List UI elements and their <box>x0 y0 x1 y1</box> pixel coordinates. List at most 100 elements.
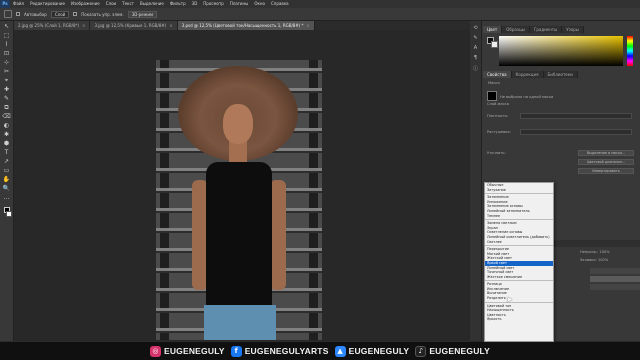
hue-slider[interactable] <box>627 36 633 66</box>
masks-label: Маски <box>488 81 500 85</box>
tab-label: 3.psd @ 12,5% (Цветовой тон/Насыщенность… <box>181 23 304 28</box>
slice-icon[interactable]: ✂ <box>3 68 11 76</box>
invert-button[interactable]: Инвертировать <box>578 168 634 174</box>
close-icon[interactable]: × <box>169 23 172 28</box>
menu-plugins[interactable]: Плагины <box>227 0 252 8</box>
brush-icon[interactable]: ✎ <box>3 95 11 103</box>
transform-controls-checkbox[interactable] <box>73 12 78 16</box>
path-select-icon[interactable]: ↗ <box>3 158 11 166</box>
canvas-area[interactable] <box>14 30 470 340</box>
blend-option[interactable]: Светлее <box>485 240 553 245</box>
blend-option[interactable]: Темнее <box>485 214 553 219</box>
document-tab[interactable]: 2.jpg @ 25% (Слой 1, RGB/8*) × <box>14 21 91 30</box>
social-handle: EUGENEGULY <box>163 346 225 356</box>
social-item[interactable]: ◎ EUGENEGULY <box>149 345 225 357</box>
menu-help[interactable]: Справка <box>268 0 292 8</box>
hand-icon[interactable]: ✋ <box>3 176 11 184</box>
blend-option[interactable]: Жесткое смешение <box>485 275 553 280</box>
layer-row[interactable] <box>590 284 640 290</box>
close-icon[interactable]: × <box>307 23 310 28</box>
auto-select-dropdown[interactable]: Слой <box>50 10 70 18</box>
blur-icon[interactable]: ✱ <box>3 131 11 139</box>
menu-image[interactable]: Изображение <box>68 0 103 8</box>
select-and-mask-button[interactable]: Выделение и маска... <box>578 150 634 156</box>
zoom-icon[interactable]: 🔍 <box>3 185 11 193</box>
menu-3d[interactable]: 3D <box>189 0 201 8</box>
menu-layers[interactable]: Слои <box>103 0 119 8</box>
menu-divider <box>485 245 553 247</box>
mask-thumbnail[interactable] <box>487 91 497 101</box>
social-handle: EUGENEGULY <box>429 346 491 356</box>
menu-window[interactable]: Окно <box>251 0 268 8</box>
blend-option[interactable]: Разделить <box>485 296 553 301</box>
mask-description: Не выбрано ни одной маски <box>500 95 554 99</box>
history-icon[interactable]: ⟲ <box>473 25 477 31</box>
blend-mode-dropdown[interactable]: Обычные Затухание Затемнение Умножение З… <box>484 182 554 342</box>
close-icon[interactable]: × <box>82 23 85 28</box>
tab-gradients[interactable]: Градиенты <box>529 26 563 33</box>
tab-adjustments[interactable]: Коррекция <box>511 71 544 78</box>
move-icon[interactable]: ↖ <box>3 23 11 31</box>
subject-jeans <box>204 305 276 340</box>
object-select-icon[interactable]: ⊡ <box>3 50 11 58</box>
pen-icon[interactable]: ⬢ <box>3 140 11 148</box>
blend-option[interactable]: Яркость <box>485 317 553 322</box>
background-color-swatch[interactable] <box>6 211 12 217</box>
photoshop-window: Ps Файл Редактирование Изображение Слои … <box>0 0 640 360</box>
blend-option[interactable]: Затухание <box>485 188 553 193</box>
auto-select-checkbox[interactable] <box>16 12 20 16</box>
social-item[interactable]: f EUGENEGULYARTS <box>230 345 329 357</box>
paragraph-icon[interactable]: ¶ <box>474 55 477 61</box>
menu-divider <box>485 280 553 282</box>
tab-swatches[interactable]: Образцы <box>502 26 530 33</box>
feather-field[interactable] <box>520 129 632 135</box>
social-handle: EUGENEGULYARTS <box>244 346 329 356</box>
transform-controls-label: Показать упр. элем. <box>81 11 124 17</box>
opacity-label: Непрозр.: 100% <box>580 250 610 254</box>
social-item[interactable]: ▲ EUGENEGULY <box>334 345 410 357</box>
clone-stamp-icon[interactable]: ⧉ <box>3 104 11 112</box>
color-field[interactable] <box>499 36 623 66</box>
eyedropper-icon[interactable]: ⌖ <box>3 77 11 85</box>
mouse-pointer-icon: ➤ <box>506 295 513 304</box>
tab-patterns[interactable]: Узоры <box>562 26 584 33</box>
move-tool-icon[interactable] <box>4 10 12 18</box>
layer-row[interactable] <box>590 268 640 274</box>
menu-filter[interactable]: Фильтр <box>167 0 189 8</box>
dodge-icon[interactable]: ◐ <box>3 122 11 130</box>
refine-label: Уточнить: <box>487 151 506 155</box>
rectangle-icon[interactable]: ▭ <box>3 167 11 175</box>
marquee-icon[interactable]: ⬚ <box>3 32 11 40</box>
crop-icon[interactable]: ⊹ <box>3 59 11 67</box>
brush-settings-icon[interactable]: ✎ <box>473 35 477 41</box>
document-tab-active[interactable]: 3.psd @ 12,5% (Цветовой тон/Насыщенность… <box>177 21 315 30</box>
tab-libraries[interactable]: Библиотеки <box>543 71 578 78</box>
type-icon[interactable]: T <box>3 149 11 157</box>
menu-view[interactable]: Просмотр <box>200 0 227 8</box>
subject-tank-top <box>206 162 272 312</box>
tab-color[interactable]: Цвет <box>483 26 503 33</box>
3d-mode-button[interactable]: 3D-режим <box>127 10 157 18</box>
social-item[interactable]: ♪ EUGENEGULY <box>415 345 491 357</box>
menu-type[interactable]: Текст <box>119 0 137 8</box>
lasso-icon[interactable]: ⌇ <box>3 41 11 49</box>
document-image[interactable] <box>156 60 322 340</box>
menu-edit[interactable]: Редактирование <box>27 0 68 8</box>
panel-background-swatch[interactable] <box>491 41 498 48</box>
healing-icon[interactable]: ✚ <box>3 86 11 94</box>
layer-row-selected[interactable] <box>590 276 640 282</box>
eraser-icon[interactable]: ⌫ <box>2 113 10 121</box>
info-icon[interactable]: ⓘ <box>473 65 478 72</box>
document-tab[interactable]: 3.jpg @ 12,5% (Кривые 1, RGB/8#) × <box>90 21 178 30</box>
feather-label: Растушевка: <box>487 130 511 134</box>
facebook-icon: f <box>230 345 242 357</box>
character-icon[interactable]: A <box>474 45 477 51</box>
options-bar: Автовыбор Слой Показать упр. элем. 3D-ре… <box>0 8 640 21</box>
density-field[interactable] <box>520 113 632 119</box>
menu-file[interactable]: Файл <box>10 0 27 8</box>
menu-select[interactable]: Выделение <box>137 0 167 8</box>
color-range-button[interactable]: Цветовой диапазон... <box>578 159 634 165</box>
blend-option[interactable]: Линейный осветлитель (добавить) <box>485 235 553 240</box>
tab-properties[interactable]: Свойства <box>483 71 512 78</box>
more-tools-icon[interactable]: … <box>3 194 11 202</box>
